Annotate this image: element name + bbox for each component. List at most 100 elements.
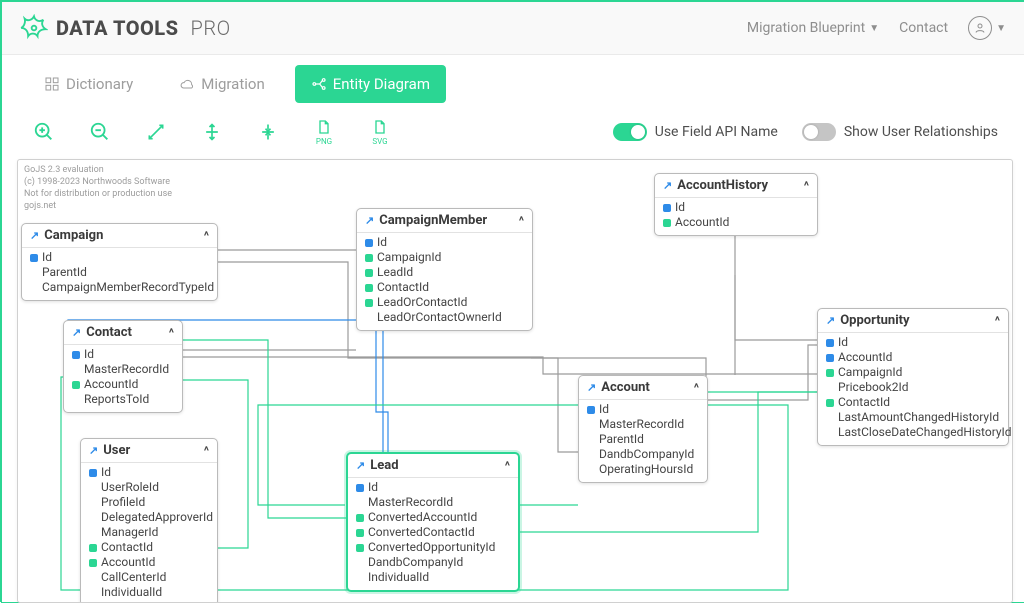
field-row[interactable]: DandbCompanyId xyxy=(356,555,510,570)
entity-header[interactable]: ↗Contact^ xyxy=(64,321,182,345)
field-row[interactable]: LastAmountChangedHistoryId xyxy=(826,410,1000,425)
field-row[interactable]: AccountId xyxy=(89,555,209,570)
field-row[interactable]: IndividualId xyxy=(89,585,209,600)
entity-opportunity[interactable]: ↗Opportunity^ IdAccountIdCampaignIdPriceb… xyxy=(817,308,1009,446)
field-row[interactable]: CampaignId xyxy=(365,250,524,265)
open-external-icon[interactable]: ↗ xyxy=(826,314,835,327)
field-row[interactable]: AccountId xyxy=(826,350,1000,365)
collapse-vertical-button[interactable] xyxy=(252,113,284,151)
toggle-label: Use Field API Name xyxy=(655,124,778,140)
nav-migration-blueprint[interactable]: Migration Blueprint ▼ xyxy=(747,20,879,36)
entity-header[interactable]: ↗ CampaignMember ^ xyxy=(357,209,532,233)
field-name: ParentId xyxy=(599,432,644,447)
field-row[interactable]: MasterRecordId xyxy=(587,417,699,432)
field-row[interactable]: CampaignMemberRecordTypeId xyxy=(30,280,209,295)
tab-label: Migration xyxy=(201,75,265,93)
entity-campaignmember[interactable]: ↗ CampaignMember ^ IdCampaignIdLeadIdContac… xyxy=(356,208,533,331)
field-row[interactable]: AccountId xyxy=(72,377,174,392)
field-row[interactable]: DelegatedApproverId xyxy=(89,510,209,525)
entity-campaign[interactable]: ↗ Campaign ^ IdParentIdCampaignMemberRecord… xyxy=(21,223,218,301)
field-row[interactable]: ParentId xyxy=(587,432,699,447)
field-name: Id xyxy=(599,402,609,417)
zoom-out-button[interactable] xyxy=(84,113,116,151)
field-row[interactable]: ContactId xyxy=(826,395,1000,410)
field-row[interactable]: LeadOrContactOwnerId xyxy=(365,310,524,325)
expand-button[interactable] xyxy=(140,113,172,151)
field-row[interactable]: ConvertedOpportunityId xyxy=(356,540,510,555)
tab-migration[interactable]: Migration xyxy=(163,65,281,103)
nav-user-menu[interactable]: ▼ xyxy=(968,16,1006,40)
zoom-in-button[interactable] xyxy=(28,113,60,151)
entity-header[interactable]: ↗AccountHistory^ xyxy=(655,174,817,198)
field-row[interactable]: ContactId xyxy=(365,280,524,295)
field-row[interactable]: AccountId xyxy=(663,215,809,230)
nav-contact[interactable]: Contact xyxy=(899,20,948,36)
entity-header[interactable]: ↗Lead^ xyxy=(348,454,518,478)
collapse-icon[interactable]: ^ xyxy=(505,459,510,473)
open-external-icon[interactable]: ↗ xyxy=(30,229,39,242)
field-row[interactable]: Id xyxy=(30,250,209,265)
field-row[interactable]: Id xyxy=(826,335,1000,350)
open-external-icon[interactable]: ↗ xyxy=(365,214,374,227)
open-external-icon[interactable]: ↗ xyxy=(72,326,81,339)
collapse-icon[interactable]: ^ xyxy=(204,444,209,458)
field-row[interactable]: LastCloseDateChangedHistoryId xyxy=(826,425,1000,440)
collapse-icon[interactable]: ^ xyxy=(204,229,209,243)
entity-header[interactable]: ↗Account^ xyxy=(579,376,707,400)
entity-contact[interactable]: ↗Contact^ IdMasterRecordIdAccountIdReport… xyxy=(63,320,183,413)
field-row[interactable]: Pricebook2Id xyxy=(826,380,1000,395)
field-row[interactable]: ManagerId xyxy=(89,525,209,540)
field-marker-icon xyxy=(365,269,373,277)
field-row[interactable]: LeadId xyxy=(365,265,524,280)
field-row[interactable]: MasterRecordId xyxy=(356,495,510,510)
field-row[interactable]: LeadOrContactId xyxy=(365,295,524,310)
field-row[interactable]: CampaignId xyxy=(826,365,1000,380)
entity-account[interactable]: ↗Account^ IdMasterRecordIdParentIdDandbCo… xyxy=(578,375,708,483)
field-row[interactable]: CallCenterId xyxy=(89,570,209,585)
collapse-icon[interactable]: ^ xyxy=(694,381,699,395)
field-row[interactable]: OperatingHoursId xyxy=(587,462,699,477)
tab-dictionary[interactable]: Dictionary xyxy=(28,65,149,103)
entity-lead[interactable]: ↗Lead^ IdMasterRecordIdConvertedAccountId… xyxy=(346,452,520,592)
field-name: LastCloseDateChangedHistoryId xyxy=(838,425,1012,440)
entity-header[interactable]: ↗User^ xyxy=(81,439,217,463)
field-row[interactable]: ParentId xyxy=(30,265,209,280)
field-row[interactable]: Id xyxy=(663,200,809,215)
field-row[interactable]: IndividualId xyxy=(356,570,510,585)
collapse-icon[interactable]: ^ xyxy=(995,314,1000,328)
entity-user[interactable]: ↗User^IdUserRoleIdProfileIdDelegatedAppr… xyxy=(80,438,218,603)
open-external-icon[interactable]: ↗ xyxy=(356,459,365,472)
field-row[interactable]: ProfileId xyxy=(89,495,209,510)
field-row[interactable]: MasterRecordId xyxy=(72,362,174,377)
field-row[interactable]: Id xyxy=(587,402,699,417)
field-row[interactable]: ReportsToId xyxy=(72,392,174,407)
tab-entity-diagram[interactable]: Entity Diagram xyxy=(295,65,446,103)
open-external-icon[interactable]: ↗ xyxy=(663,179,672,192)
field-row[interactable]: ConvertedAccountId xyxy=(356,510,510,525)
field-row[interactable]: Id xyxy=(365,235,524,250)
export-png-button[interactable]: PNG xyxy=(308,113,340,151)
field-row[interactable]: DandbCompanyId xyxy=(587,447,699,462)
export-svg-button[interactable]: SVG xyxy=(364,113,396,151)
entity-accounthistory[interactable]: ↗AccountHistory^ IdAccountId xyxy=(654,173,818,236)
collapse-icon[interactable]: ^ xyxy=(519,214,524,228)
field-row[interactable]: ContactId xyxy=(89,540,209,555)
entity-header[interactable]: ↗Opportunity^ xyxy=(818,309,1008,333)
field-row[interactable]: Id xyxy=(356,480,510,495)
toggle-user-relationships[interactable]: Show User Relationships xyxy=(802,123,998,141)
field-row[interactable]: UserRoleId xyxy=(89,480,209,495)
entity-header[interactable]: ↗ Campaign ^ xyxy=(22,224,217,248)
entity-title-label: Campaign xyxy=(44,228,103,243)
entity-title-label: CampaignMember xyxy=(379,213,487,228)
open-external-icon[interactable]: ↗ xyxy=(587,381,596,394)
toggle-api-name[interactable]: Use Field API Name xyxy=(613,123,778,141)
field-row[interactable]: Id xyxy=(72,347,174,362)
expand-vertical-button[interactable] xyxy=(196,113,228,151)
field-row[interactable]: ConvertedContactId xyxy=(356,525,510,540)
collapse-icon[interactable]: ^ xyxy=(169,326,174,340)
open-external-icon[interactable]: ↗ xyxy=(89,444,98,457)
collapse-icon[interactable]: ^ xyxy=(804,179,809,193)
diagram-canvas[interactable]: GoJS 2.3 evaluation (c) 1998-2023 Northw… xyxy=(17,159,1013,603)
field-row[interactable]: Id xyxy=(89,465,209,480)
entity-body: IdUserRoleIdProfileIdDelegatedApproverId… xyxy=(81,463,217,603)
